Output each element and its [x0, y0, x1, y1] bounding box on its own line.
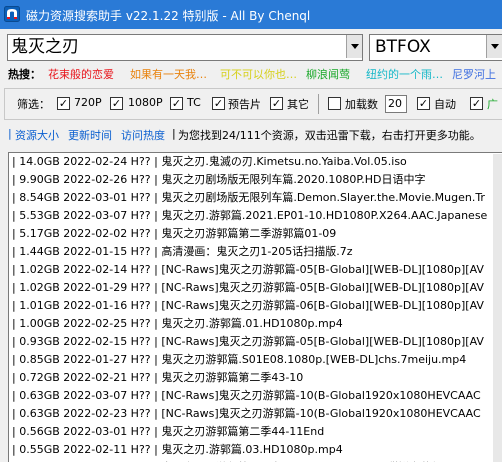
- result-row-text: 1.01GB 2022-01-16 H?? | [NC-Raws]鬼灭之刃游郭篇…: [19, 299, 484, 312]
- hot-search-item[interactable]: 纽约的一个雨…: [366, 66, 443, 82]
- result-row[interactable]: | 0.55GB 2022-02-11 H?? | 鬼灭之刃.游郭篇.03.HD…: [9, 441, 502, 459]
- ad-checkbox[interactable]: ✓: [470, 97, 483, 110]
- filter-trailer-label[interactable]: 预告片: [228, 96, 261, 112]
- filter-other-label[interactable]: 其它: [287, 96, 309, 112]
- window-title: 磁力资源搜索助手 v22.1.22 特别版 - All By Chenql: [26, 9, 311, 23]
- result-row[interactable]: | 0.56GB 2022-03-01 H?? | 鬼灭之刃游郭篇第二季44-1…: [9, 423, 502, 441]
- result-row-text: 0.72GB 2022-02-21 H?? | 鬼灭之刃游郭篇第二季43-10: [19, 371, 304, 384]
- sort-by-size-link[interactable]: 资源大小: [15, 127, 59, 143]
- result-row-text: 1.00GB 2022-02-25 H?? | 鬼灭之刃.游郭篇.01.HD10…: [19, 317, 343, 330]
- result-row-text: 1.44GB 2022-01-15 H?? | 高清漫画：鬼灭之刃1-205话扫…: [19, 245, 353, 258]
- result-row[interactable]: | 0.63GB 2022-03-07 H?? | [NC-Raws]鬼灭之刃游…: [9, 387, 502, 405]
- load-count-checkbox[interactable]: [328, 97, 341, 110]
- engine-select[interactable]: BTFOX: [369, 34, 502, 61]
- result-row-text: 0.93GB 2022-02-15 H?? | [NC-Raws]鬼灭之刃游郭篇…: [19, 335, 484, 348]
- result-row[interactable]: | 0.72GB 2022-02-21 H?? | 鬼灭之刃游郭篇第二季43-1…: [9, 369, 502, 387]
- hot-search-item[interactable]: 可不可以你也…: [220, 66, 297, 82]
- result-row-text: 5.17GB 2022-02-02 H?? | 鬼灭之刃游郭篇第二季游郭篇01-…: [19, 227, 337, 240]
- filter-tc-label[interactable]: TC: [187, 96, 201, 109]
- sort-by-time-link[interactable]: 更新时间: [68, 127, 112, 143]
- result-row[interactable]: | 1.00GB 2022-02-25 H?? | 鬼灭之刃.游郭篇.01.HD…: [9, 315, 502, 333]
- result-row-text: 0.85GB 2022-01-27 H?? | 鬼灭之刃游郭篇.S01E08.1…: [19, 353, 467, 366]
- result-row-text: 0.63GB 2022-02-23 H?? | [NC-Raws]鬼灭之刃游郭篇…: [19, 407, 481, 420]
- result-row-text: 1.02GB 2022-01-29 H?? | [NC-Raws]鬼灭之刃游郭篇…: [19, 281, 484, 294]
- hot-search-label: 热搜：: [8, 68, 41, 81]
- search-history-dropdown[interactable]: [346, 35, 362, 58]
- result-row-text: 0.63GB 2022-03-07 H?? | [NC-Raws]鬼灭之刃游郭篇…: [19, 389, 481, 402]
- result-row[interactable]: | 14.0GB 2022-02-24 H?? | 鬼灭之刃.鬼滅の刃.Kime…: [9, 153, 502, 171]
- result-row[interactable]: | 0.63GB 2022-02-23 H?? | [NC-Raws]鬼灭之刃游…: [9, 405, 502, 423]
- result-row[interactable]: | 1.02GB 2022-01-29 H?? | [NC-Raws]鬼灭之刃游…: [9, 279, 502, 297]
- result-row[interactable]: | 0.85GB 2022-01-27 H?? | 鬼灭之刃游郭篇.S01E08…: [9, 351, 502, 369]
- chevron-down-icon: [490, 44, 499, 49]
- result-row-text: 9.90GB 2022-02-26 H?? | 鬼灭之刃剧场版无限列车篇.202…: [19, 173, 426, 186]
- ad-label: 广: [487, 98, 498, 111]
- divider: [318, 94, 319, 114]
- hot-search-item[interactable]: 如果有一天我…: [130, 66, 207, 82]
- sort-by-hot-link[interactable]: 访问热度: [121, 127, 165, 143]
- hot-search-item[interactable]: 尼罗河上: [452, 66, 496, 82]
- hot-search-item[interactable]: 花束般的恋爱: [48, 66, 114, 82]
- result-row[interactable]: | 1.01GB 2022-01-16 H?? | [NC-Raws]鬼灭之刃游…: [9, 297, 502, 315]
- filter-label: 筛选：: [17, 98, 50, 111]
- vertical-scrollbar[interactable]: [493, 154, 502, 462]
- auto-label: 自动: [434, 98, 456, 111]
- hot-search-item[interactable]: 柳浪闻莺: [306, 66, 350, 82]
- search-input[interactable]: 鬼灭之刃: [7, 34, 363, 61]
- filter-trailer-checkbox[interactable]: ✓: [212, 97, 225, 110]
- result-row-text: 0.56GB 2022-03-01 H?? | 鬼灭之刃游郭篇第二季44-11E…: [19, 425, 325, 438]
- result-list[interactable]: | 14.0GB 2022-02-24 H?? | 鬼灭之刃.鬼滅の刃.Kime…: [8, 152, 502, 462]
- result-row-text: 0.55GB 2022-02-11 H?? | 鬼灭之刃.游郭篇.03.HD10…: [19, 443, 343, 456]
- filter-tc-checkbox[interactable]: ✓: [170, 97, 183, 110]
- result-row-text: 1.02GB 2022-02-14 H?? | [NC-Raws]鬼灭之刃游郭篇…: [19, 263, 484, 276]
- filter-720p-label[interactable]: 720P: [74, 96, 102, 109]
- load-count-input[interactable]: 20: [385, 95, 407, 113]
- result-row[interactable]: | 9.90GB 2022-02-26 H?? | 鬼灭之刃剧场版无限列车篇.2…: [9, 171, 502, 189]
- load-count-label: 加载数: [345, 98, 378, 111]
- result-row[interactable]: | 5.53GB 2022-03-07 H?? | 鬼灭之刃.游郭篇.2021.…: [9, 207, 502, 225]
- auto-checkbox[interactable]: ✓: [417, 97, 430, 110]
- result-row-text: 8.54GB 2022-03-01 H?? | 鬼灭之刃剧场版无限列车篇.Dem…: [19, 191, 485, 204]
- filter-1080p-checkbox[interactable]: ✓: [110, 97, 123, 110]
- result-row[interactable]: | 0.93GB 2022-02-15 H?? | [NC-Raws]鬼灭之刃游…: [9, 333, 502, 351]
- title-bar: 磁力资源搜索助手 v22.1.22 特别版 - All By Chenql: [0, 0, 502, 29]
- engine-dropdown-button[interactable]: [486, 35, 502, 58]
- result-row-text: 5.53GB 2022-03-07 H?? | 鬼灭之刃.游郭篇.2021.EP…: [19, 209, 488, 222]
- filter-1080p-label[interactable]: 1080P: [128, 96, 163, 109]
- result-row[interactable]: | 1.44GB 2022-01-15 H?? | 高清漫画：鬼灭之刃1-205…: [9, 243, 502, 261]
- filter-other-checkbox[interactable]: ✓: [270, 97, 283, 110]
- status-text: 为您找到24/111个资源，双击迅雷下载，右击打开更多功能。: [178, 129, 481, 142]
- result-row-text: 14.0GB 2022-02-24 H?? | 鬼灭之刃.鬼滅の刃.Kimets…: [19, 155, 407, 168]
- result-row[interactable]: | 8.54GB 2022-03-01 H?? | 鬼灭之刃剧场版无限列车篇.D…: [9, 189, 502, 207]
- magnet-icon: [4, 6, 20, 22]
- filter-720p-checkbox[interactable]: ✓: [57, 97, 70, 110]
- result-row[interactable]: | 5.17GB 2022-02-02 H?? | 鬼灭之刃游郭篇第二季游郭篇0…: [9, 225, 502, 243]
- chevron-down-icon: [350, 44, 359, 49]
- result-row[interactable]: | 1.02GB 2022-02-14 H?? | [NC-Raws]鬼灭之刃游…: [9, 261, 502, 279]
